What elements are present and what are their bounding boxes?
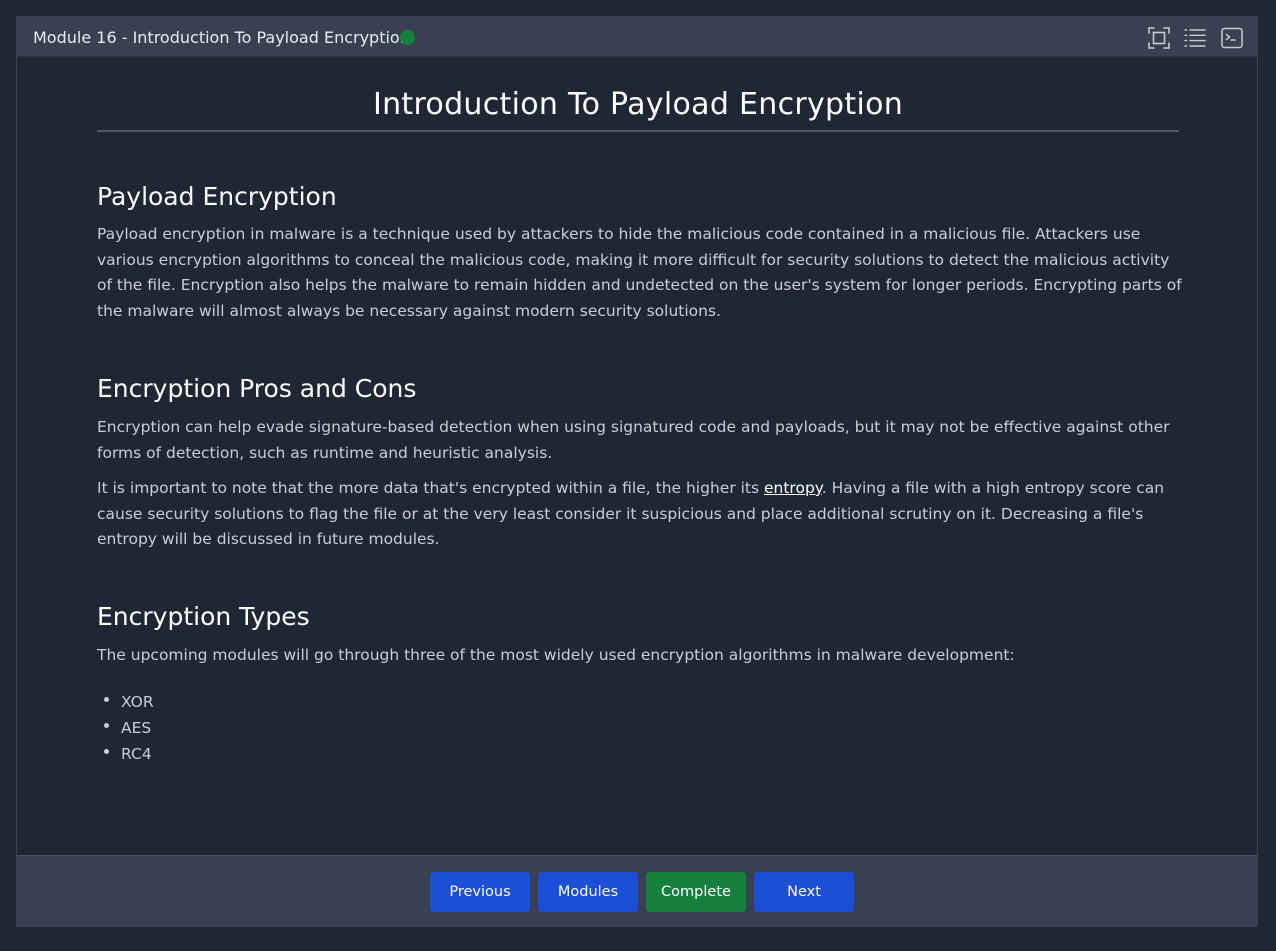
list-item: AES bbox=[97, 715, 154, 741]
terminal-icon[interactable] bbox=[1220, 26, 1244, 50]
next-button[interactable]: Next bbox=[754, 872, 854, 912]
entropy-link[interactable]: entropy bbox=[764, 479, 822, 497]
module-window: Module 16 - Introduction To Payload Encr… bbox=[16, 16, 1258, 927]
paragraph-text: It is important to note that the more da… bbox=[97, 479, 764, 497]
list-item: XOR bbox=[97, 689, 154, 715]
list-item-label: RC4 bbox=[121, 745, 152, 763]
section-heading-pros-cons: Encryption Pros and Cons bbox=[97, 374, 417, 403]
bullet-icon bbox=[104, 749, 109, 754]
modules-button[interactable]: Modules bbox=[538, 872, 638, 912]
list-item: RC4 bbox=[97, 741, 154, 767]
section-paragraph: The upcoming modules will go through thr… bbox=[97, 646, 1015, 664]
encryption-type-list: XOR AES RC4 bbox=[97, 689, 154, 767]
completion-status-dot bbox=[400, 30, 415, 45]
section-paragraph: Payload encryption in malware is a techn… bbox=[97, 225, 1182, 321]
section-paragraph: Encryption can help evade signature-base… bbox=[97, 418, 1170, 462]
module-title: Module 16 - Introduction To Payload Encr… bbox=[33, 28, 410, 47]
entropy-paragraph: It is important to note that the more da… bbox=[97, 476, 1187, 553]
section-heading-payload-encryption: Payload Encryption bbox=[97, 182, 337, 211]
section-heading-encryption-types: Encryption Types bbox=[97, 602, 310, 631]
list-icon[interactable] bbox=[1183, 26, 1207, 50]
lesson-content: Introduction To Payload Encryption Paylo… bbox=[17, 57, 1257, 856]
list-item-label: XOR bbox=[121, 693, 154, 711]
complete-button[interactable]: Complete bbox=[646, 872, 746, 912]
bullet-icon bbox=[104, 697, 109, 702]
bullet-icon bbox=[104, 723, 109, 728]
title-bar: Module 16 - Introduction To Payload Encr… bbox=[17, 17, 1257, 57]
list-item-label: AES bbox=[121, 719, 152, 737]
page-title: Introduction To Payload Encryption bbox=[372, 87, 904, 122]
title-divider bbox=[97, 130, 1179, 132]
fullscreen-icon[interactable] bbox=[1147, 26, 1171, 50]
navigation-footer: Previous Modules Complete Next bbox=[17, 855, 1257, 926]
previous-button[interactable]: Previous bbox=[430, 872, 530, 912]
